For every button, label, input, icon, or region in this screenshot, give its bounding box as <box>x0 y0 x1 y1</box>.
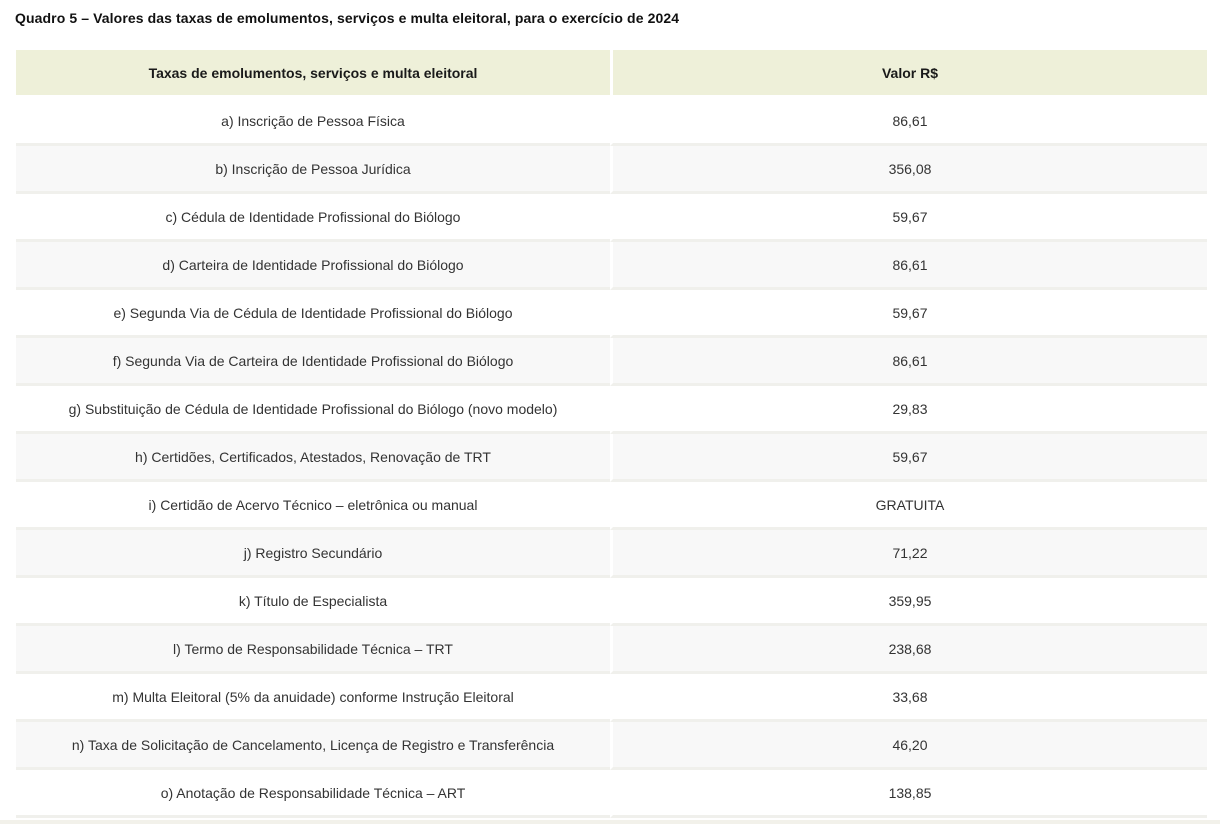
table-row: h) Certidões, Certificados, Atestados, R… <box>16 434 1207 482</box>
fee-value-cell: 59,67 <box>610 434 1207 482</box>
fee-value-cell: 138,85 <box>610 770 1207 818</box>
table-row: k) Título de Especialista 359,95 <box>16 578 1207 626</box>
table-row: d) Carteira de Identidade Profissional d… <box>16 242 1207 290</box>
fee-value-cell: 86,61 <box>610 338 1207 386</box>
fee-name-cell: e) Segunda Via de Cédula de Identidade P… <box>16 290 610 338</box>
fee-value-cell: 86,61 <box>610 242 1207 290</box>
column-header-value: Valor R$ <box>610 50 1207 98</box>
table-row: e) Segunda Via de Cédula de Identidade P… <box>16 290 1207 338</box>
fee-value-cell: 33,68 <box>610 674 1207 722</box>
fee-value-cell: 238,68 <box>610 626 1207 674</box>
table-row: b) Inscrição de Pessoa Jurídica 356,08 <box>16 146 1207 194</box>
fee-name-cell: a) Inscrição de Pessoa Física <box>16 98 610 146</box>
table-row: c) Cédula de Identidade Profissional do … <box>16 194 1207 242</box>
table-row: f) Segunda Via de Carteira de Identidade… <box>16 338 1207 386</box>
fee-name-cell: i) Certidão de Acervo Técnico – eletrôni… <box>16 482 610 530</box>
fee-name-cell: c) Cédula de Identidade Profissional do … <box>16 194 610 242</box>
fee-value-cell: 86,61 <box>610 98 1207 146</box>
fee-value-cell: GRATUITA <box>610 482 1207 530</box>
fee-name-cell: g) Substituição de Cédula de Identidade … <box>16 386 610 434</box>
fee-name-cell: l) Termo de Responsabilidade Técnica – T… <box>16 626 610 674</box>
table-row: m) Multa Eleitoral (5% da anuidade) conf… <box>16 674 1207 722</box>
fee-value-cell: 71,22 <box>610 530 1207 578</box>
table-row: g) Substituição de Cédula de Identidade … <box>16 386 1207 434</box>
fee-value-cell: 29,83 <box>610 386 1207 434</box>
table-row: o) Anotação de Responsabilidade Técnica … <box>16 770 1207 818</box>
table-row: j) Registro Secundário 71,22 <box>16 530 1207 578</box>
fee-name-cell: k) Título de Especialista <box>16 578 610 626</box>
fee-name-cell: d) Carteira de Identidade Profissional d… <box>16 242 610 290</box>
fee-name-cell: f) Segunda Via de Carteira de Identidade… <box>16 338 610 386</box>
page-bottom-divider <box>0 820 1220 824</box>
fee-name-cell: n) Taxa de Solicitação de Cancelamento, … <box>16 722 610 770</box>
fee-value-cell: 359,95 <box>610 578 1207 626</box>
fee-value-cell: 59,67 <box>610 194 1207 242</box>
fee-name-cell: b) Inscrição de Pessoa Jurídica <box>16 146 610 194</box>
table-row: n) Taxa de Solicitação de Cancelamento, … <box>16 722 1207 770</box>
table-row: a) Inscrição de Pessoa Física 86,61 <box>16 98 1207 146</box>
fees-table: Taxas de emolumentos, serviços e multa e… <box>16 50 1207 818</box>
fee-name-cell: j) Registro Secundário <box>16 530 610 578</box>
table-title: Quadro 5 – Valores das taxas de emolumen… <box>15 10 680 26</box>
fee-name-cell: o) Anotação de Responsabilidade Técnica … <box>16 770 610 818</box>
fee-value-cell: 46,20 <box>610 722 1207 770</box>
fee-name-cell: m) Multa Eleitoral (5% da anuidade) conf… <box>16 674 610 722</box>
fee-value-cell: 356,08 <box>610 146 1207 194</box>
column-header-fees: Taxas de emolumentos, serviços e multa e… <box>16 50 610 98</box>
table-header-row: Taxas de emolumentos, serviços e multa e… <box>16 50 1207 98</box>
fee-name-cell: h) Certidões, Certificados, Atestados, R… <box>16 434 610 482</box>
fee-value-cell: 59,67 <box>610 290 1207 338</box>
table-row: i) Certidão de Acervo Técnico – eletrôni… <box>16 482 1207 530</box>
table-row: l) Termo de Responsabilidade Técnica – T… <box>16 626 1207 674</box>
